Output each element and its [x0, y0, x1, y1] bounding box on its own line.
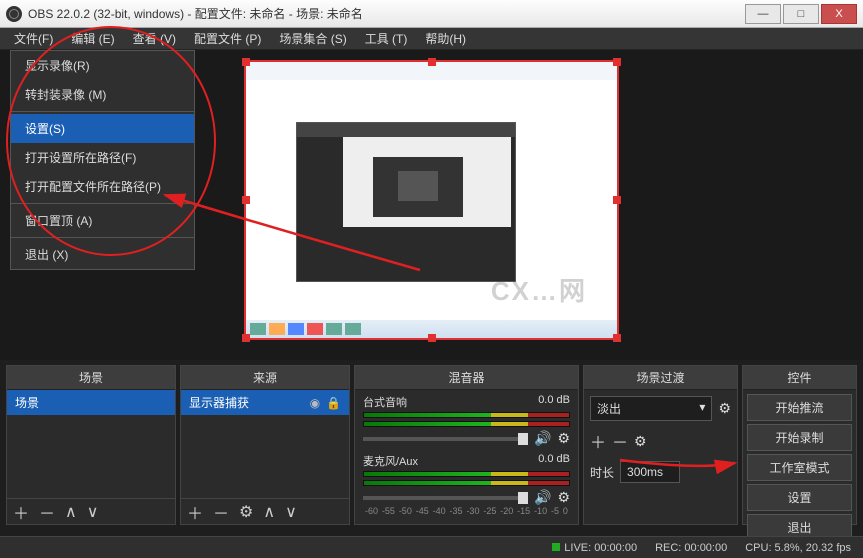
lock-icon[interactable]: 🔒 — [326, 396, 341, 410]
menu-settings[interactable]: 设置(S) — [11, 114, 194, 143]
close-button[interactable]: X — [821, 4, 857, 24]
live-dot-icon — [552, 543, 560, 551]
resize-handle-s[interactable] — [428, 334, 436, 342]
preview-source-bounds[interactable]: CX…网 — [244, 60, 619, 340]
transition-duration-label: 时长 — [590, 464, 614, 481]
window-title: OBS 22.0.2 (32-bit, windows) - 配置文件: 未命名… — [28, 5, 743, 22]
status-live: LIVE: 00:00:00 — [564, 542, 637, 554]
mixer-ch2-name: 麦克风/Aux — [363, 453, 418, 469]
watermark-text: CX…网 — [491, 271, 587, 308]
menu-remux[interactable]: 转封装录像 (M) — [11, 80, 194, 109]
mixer-ch2-slider[interactable] — [363, 496, 528, 500]
menu-show-recordings[interactable]: 显示录像(R) — [11, 51, 194, 80]
transition-select[interactable]: 淡出 ▾ — [590, 396, 712, 421]
menu-help[interactable]: 帮助(H) — [417, 28, 474, 49]
status-rec: REC: 00:00:00 — [655, 542, 727, 554]
panel-transitions: 场景过渡 淡出 ▾ ⚙ ＋ － ⚙ 时长 300ms — [583, 365, 738, 525]
scenes-header: 场景 — [7, 366, 175, 390]
start-record-button[interactable]: 开始录制 — [747, 424, 852, 451]
mixer-channel-desktop: 台式音响 0.0 dB 🔊 ⚙ — [355, 390, 578, 449]
source-add-icon[interactable]: ＋ — [187, 500, 203, 524]
menu-edit[interactable]: 编辑 (E) — [63, 28, 122, 49]
mixer-ch1-slider[interactable] — [363, 437, 528, 441]
start-stream-button[interactable]: 开始推流 — [747, 394, 852, 421]
menu-tools[interactable]: 工具 (T) — [357, 28, 416, 49]
mixer-ch1-meter2 — [363, 421, 570, 427]
menu-file[interactable]: 文件(F) — [6, 28, 61, 49]
mixer-ch1-mute-icon[interactable]: 🔊 — [534, 430, 551, 447]
menubar: 文件(F) 编辑 (E) 查看 (V) 配置文件 (P) 场景集合 (S) 工具… — [0, 28, 863, 50]
scene-item[interactable]: 场景 — [7, 390, 175, 415]
chevron-down-icon: ▾ — [699, 400, 705, 417]
source-item-label: 显示器捕获 — [189, 394, 249, 411]
minimize-button[interactable]: — — [745, 4, 781, 24]
scenes-footer: ＋ － ∧ ∨ — [7, 498, 175, 524]
sources-footer: ＋ － ⚙ ∧ ∨ — [181, 498, 349, 524]
app-icon — [6, 6, 22, 22]
panel-scenes: 场景 场景 ＋ － ∧ ∨ — [6, 365, 176, 525]
mixer-ch2-db: 0.0 dB — [538, 453, 570, 469]
transition-remove-icon[interactable]: － — [612, 429, 628, 453]
resize-handle-w[interactable] — [242, 196, 250, 204]
status-cpu: CPU: 5.8%, 20.32 fps — [745, 542, 851, 554]
captured-screen: CX…网 — [246, 62, 617, 338]
source-up-icon[interactable]: ∧ — [263, 502, 275, 522]
bottom-panels: 场景 场景 ＋ － ∧ ∨ 来源 显示器捕获 ◉ 🔒 ＋ － ⚙ ∧ — [6, 365, 857, 525]
mixer-header: 混音器 — [355, 366, 578, 390]
transition-add-icon[interactable]: ＋ — [590, 429, 606, 453]
menu-open-profile-folder[interactable]: 打开配置文件所在路径(P) — [11, 172, 194, 201]
mixer-ch2-gear-icon[interactable]: ⚙ — [557, 489, 570, 506]
scene-add-icon[interactable]: ＋ — [13, 500, 29, 524]
menu-always-on-top[interactable]: 窗口置顶 (A) — [11, 206, 194, 235]
source-item[interactable]: 显示器捕获 ◉ 🔒 — [181, 390, 349, 415]
panel-controls: 控件 开始推流 开始录制 工作室模式 设置 退出 — [742, 365, 857, 525]
scene-up-icon[interactable]: ∧ — [65, 502, 77, 522]
menu-open-settings-folder[interactable]: 打开设置所在路径(F) — [11, 143, 194, 172]
source-settings-icon[interactable]: ⚙ — [239, 502, 253, 522]
mixer-ch2-meter — [363, 471, 570, 477]
resize-handle-sw[interactable] — [242, 334, 250, 342]
transition-select-value: 淡出 — [597, 400, 621, 417]
mixer-ch1-db: 0.0 dB — [538, 394, 570, 410]
mixer-ch1-gear-icon[interactable]: ⚙ — [557, 430, 570, 447]
resize-handle-e[interactable] — [613, 196, 621, 204]
resize-handle-se[interactable] — [613, 334, 621, 342]
resize-handle-nw[interactable] — [242, 58, 250, 66]
mixer-ch2-mute-icon[interactable]: 🔊 — [534, 489, 551, 506]
mixer-ticks: -60-55-50-45-40-35-30-25-20-15-10-50 — [363, 506, 570, 516]
statusbar: LIVE: 00:00:00 REC: 00:00:00 CPU: 5.8%, … — [0, 536, 863, 558]
transition-gear-icon[interactable]: ⚙ — [718, 400, 731, 417]
maximize-button[interactable]: □ — [783, 4, 819, 24]
nested-window — [296, 122, 516, 282]
visibility-icon[interactable]: ◉ — [310, 396, 320, 410]
source-remove-icon[interactable]: － — [213, 500, 229, 524]
file-menu-dropdown: 显示录像(R) 转封装录像 (M) 设置(S) 打开设置所在路径(F) 打开配置… — [10, 50, 195, 270]
mixer-ch2-meter2 — [363, 480, 570, 486]
menu-profile[interactable]: 配置文件 (P) — [186, 28, 269, 49]
source-down-icon[interactable]: ∨ — [285, 502, 297, 522]
mixer-ch1-name: 台式音响 — [363, 394, 407, 410]
mixer-ch1-meter — [363, 412, 570, 418]
controls-header: 控件 — [743, 366, 856, 390]
panel-mixer: 混音器 台式音响 0.0 dB 🔊 ⚙ 麦克风/Aux 0.0 dB — [354, 365, 579, 525]
window-titlebar: OBS 22.0.2 (32-bit, windows) - 配置文件: 未命名… — [0, 0, 863, 28]
menu-exit[interactable]: 退出 (X) — [11, 240, 194, 269]
studio-mode-button[interactable]: 工作室模式 — [747, 454, 852, 481]
panel-sources: 来源 显示器捕获 ◉ 🔒 ＋ － ⚙ ∧ ∨ — [180, 365, 350, 525]
mixer-channel-mic: 麦克风/Aux 0.0 dB 🔊 ⚙ -60-55-50-45-40-35-30… — [355, 449, 578, 518]
scene-remove-icon[interactable]: － — [39, 500, 55, 524]
resize-handle-n[interactable] — [428, 58, 436, 66]
transition-gear2-icon[interactable]: ⚙ — [634, 433, 647, 450]
transition-duration-input[interactable]: 300ms — [620, 461, 680, 483]
resize-handle-ne[interactable] — [613, 58, 621, 66]
settings-button[interactable]: 设置 — [747, 484, 852, 511]
menu-scene-collection[interactable]: 场景集合 (S) — [271, 28, 354, 49]
transitions-header: 场景过渡 — [584, 366, 737, 390]
sources-header: 来源 — [181, 366, 349, 390]
menu-view[interactable]: 查看 (V) — [125, 28, 184, 49]
scene-down-icon[interactable]: ∨ — [87, 502, 99, 522]
